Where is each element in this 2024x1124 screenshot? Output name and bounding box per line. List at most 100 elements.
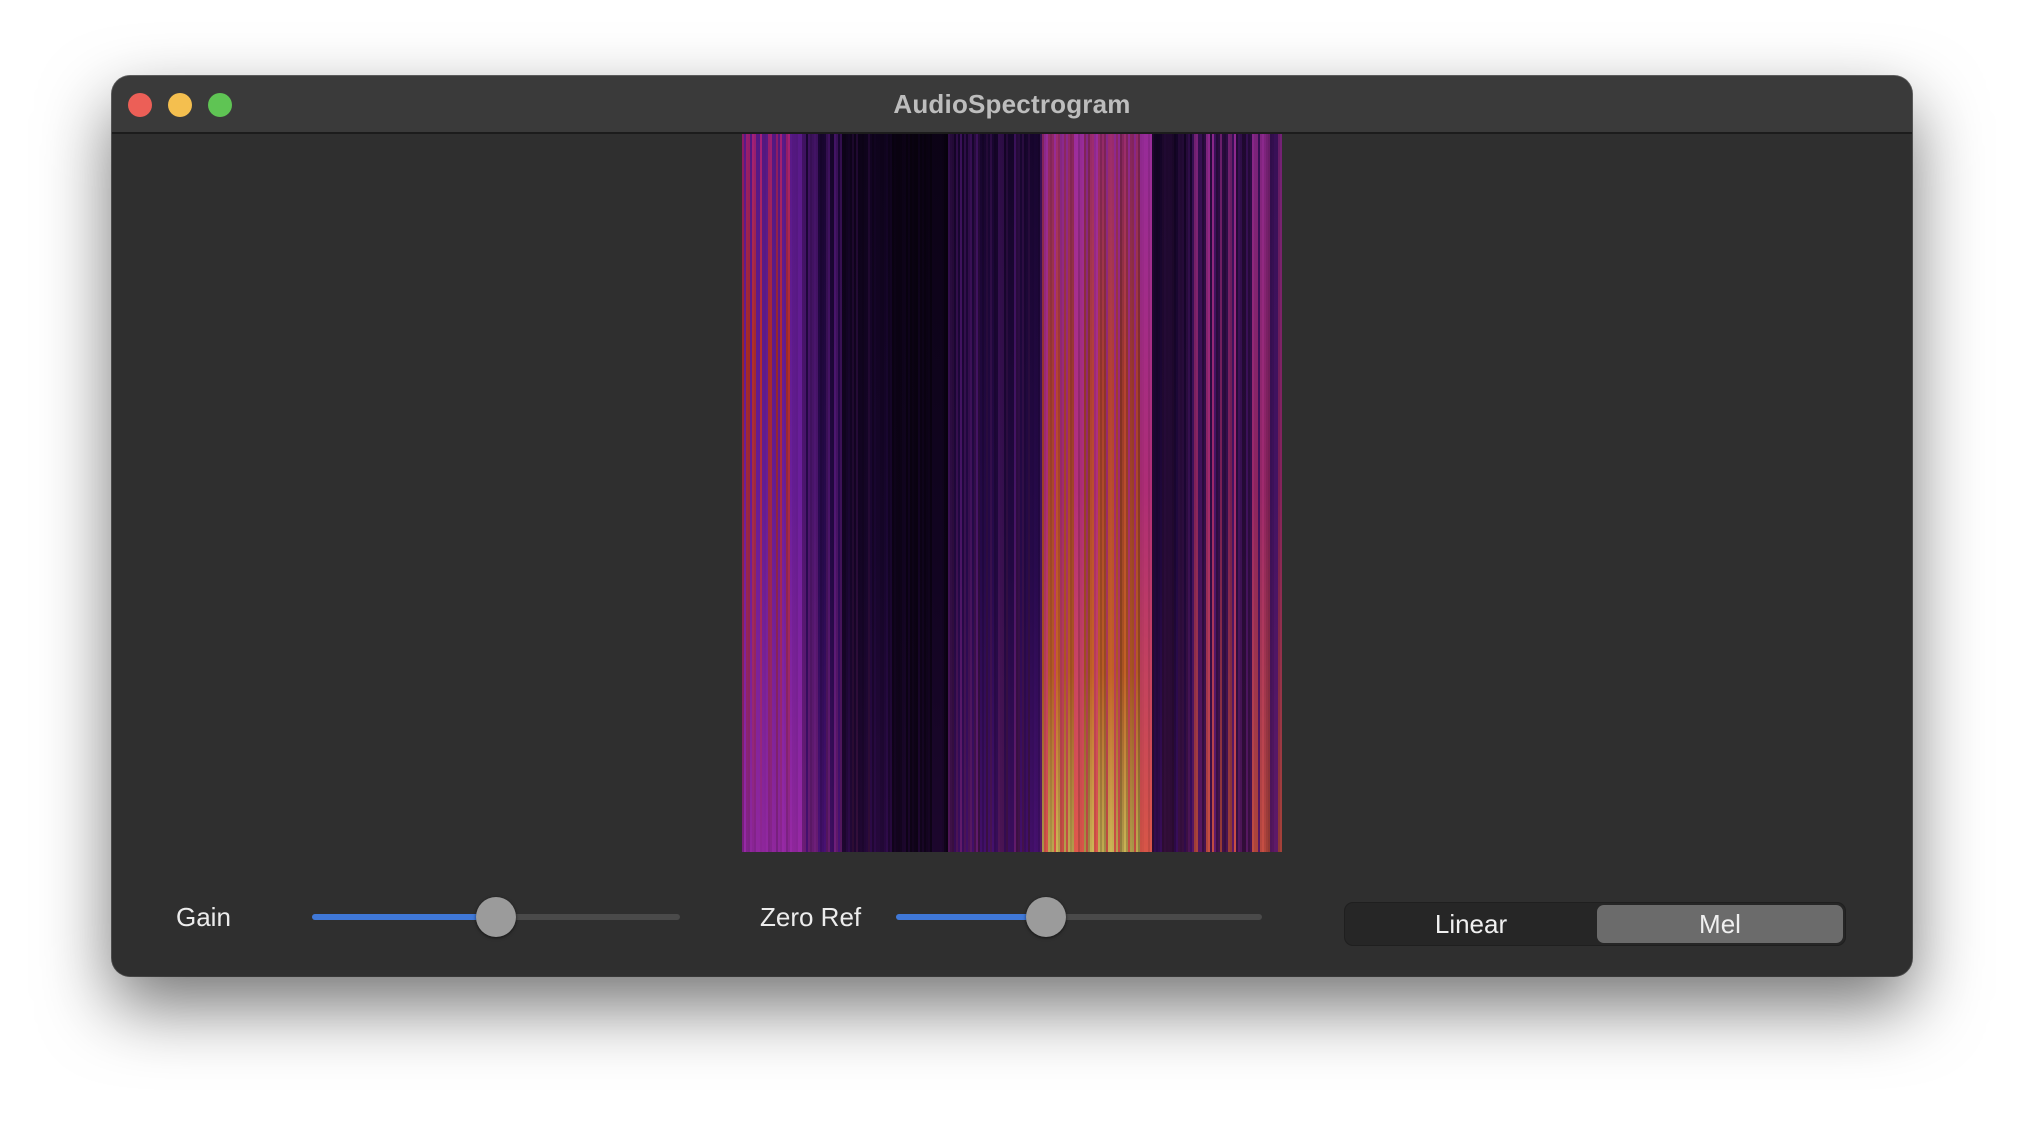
spectrogram-column [916,134,918,852]
mel-segment[interactable]: Mel [1597,905,1843,943]
spectrogram-column [928,134,930,852]
spectrogram-column [1138,134,1140,852]
zero-ref-slider-thumb[interactable] [1026,897,1067,937]
spectrogram-column [1116,134,1118,852]
spectrogram-column [862,134,864,852]
spectrogram-column [802,134,804,852]
spectrogram-column [1124,134,1126,852]
spectrogram-column [1236,134,1238,852]
spectrogram-column [858,134,860,852]
spectrogram-column [1276,134,1278,852]
spectrogram-column [800,134,802,852]
spectrogram-column [1196,134,1198,852]
spectrogram-column [944,134,946,852]
spectrogram-column [1150,134,1152,852]
spectrogram-column [758,134,760,852]
spectrogram-column [1228,134,1230,852]
spectrogram-column [1174,134,1176,852]
spectrogram-column [1068,134,1070,852]
spectrogram-column [1054,134,1056,852]
spectrogram-column [790,134,792,852]
spectrogram-column [788,134,790,852]
spectrogram-column [896,134,898,852]
spectrogram-column [914,134,916,852]
spectrogram-column [906,134,908,852]
spectrogram-column [742,134,744,852]
spectrogram-column [850,134,852,852]
spectrogram-column [1224,134,1226,852]
spectrogram-column [840,134,842,852]
spectrogram-column [926,134,928,852]
spectrogram-column [1070,134,1072,852]
spectrogram-column [760,134,762,852]
spectrogram-column [870,134,872,852]
spectrogram-column [1076,134,1078,852]
gain-slider[interactable] [312,896,680,937]
spectrogram-column [1144,134,1146,852]
gain-slider-thumb[interactable] [476,897,516,937]
spectrogram-column [980,134,982,852]
spectrogram-column [1072,134,1074,852]
spectrogram-column [972,134,974,852]
spectrogram-column [932,134,934,852]
spectrogram-column [1238,134,1240,852]
spectrogram-column [1102,134,1104,852]
zero-ref-slider[interactable] [896,896,1262,937]
spectrogram-column [1218,134,1220,852]
spectrogram-column [782,134,784,852]
spectrogram-column [1132,134,1134,852]
spectrogram-column [816,134,818,852]
spectrogram-column [1156,134,1158,852]
spectrogram-column [960,134,962,852]
spectrogram-column [1028,134,1030,852]
spectrogram-column [1198,134,1200,852]
spectrogram-column [1180,134,1182,852]
spectrogram-column [1256,134,1258,852]
zero-ref-label: Zero Ref [760,902,862,932]
spectrogram-column [894,134,896,852]
spectrogram-column [1024,134,1026,852]
spectrogram-column [814,134,816,852]
spectrogram-column [908,134,910,852]
spectrogram-column [970,134,972,852]
linear-segment[interactable]: Linear [1347,905,1595,943]
spectrogram-column [996,134,998,852]
spectrogram-column [1052,134,1054,852]
spectrogram-column [1216,134,1218,852]
spectrogram-column [1240,134,1242,852]
spectrogram-column [750,134,752,852]
title-bar[interactable]: AudioSpectrogram [112,76,1912,134]
spectrogram-column [884,134,886,852]
spectrogram-column [1034,134,1036,852]
spectrogram-column [1192,134,1194,852]
spectrogram-column [838,134,840,852]
spectrogram-column [796,134,798,852]
spectrogram-column [1044,134,1046,852]
spectrogram-column [874,134,876,852]
spectrogram-column [1058,134,1060,852]
spectrogram-column [1210,134,1212,852]
spectrogram-column [890,134,892,852]
spectrogram-column [1148,134,1150,852]
spectrogram-column [1154,134,1156,852]
spectrogram-column [1042,134,1044,852]
spectrogram-column [1060,134,1062,852]
spectrogram-column [1074,134,1076,852]
spectrogram-column [1084,134,1086,852]
spectrogram-column [1186,134,1188,852]
spectrogram-column [826,134,828,852]
spectrogram-column [912,134,914,852]
spectrogram-column [754,134,756,852]
spectrogram-column [1252,134,1254,852]
spectrogram-column [994,134,996,852]
spectrogram-column [1158,134,1160,852]
spectrogram-column [784,134,786,852]
spectrogram-column [1170,134,1172,852]
spectrogram-column [1242,134,1244,852]
spectrogram-column [772,134,774,852]
scale-mode-segmented-control[interactable]: Linear Mel [1344,902,1846,946]
spectrogram-column [990,134,992,852]
spectrogram-column [1230,134,1232,852]
spectrogram-column [984,134,986,852]
spectrogram-column [1262,134,1264,852]
